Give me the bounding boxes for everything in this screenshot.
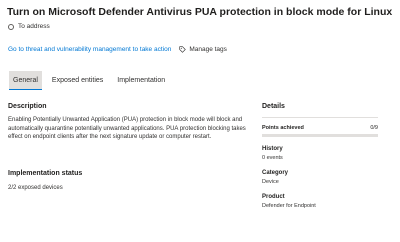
- product-label: Product: [262, 193, 285, 200]
- product-group: Product Defender for Endpoint: [262, 194, 378, 209]
- history-label: History: [262, 145, 283, 152]
- points-progress-bar: [262, 133, 378, 137]
- points-row: Points achieved 0/9: [262, 125, 378, 131]
- details-divider: [262, 117, 378, 118]
- page-title: Turn on Microsoft Defender Antivirus PUA…: [7, 6, 393, 18]
- product-value: Defender for Endpoint: [262, 202, 316, 209]
- tab-exposed-entities[interactable]: Exposed entities: [48, 71, 107, 90]
- tab-general[interactable]: General: [9, 71, 42, 90]
- category-group: Category Device: [262, 170, 378, 185]
- description-heading: Description: [8, 103, 47, 110]
- implementation-status-heading: Implementation status: [8, 170, 83, 177]
- radio-circle-icon: [8, 23, 14, 30]
- manage-tags-label: Manage tags: [189, 46, 227, 53]
- details-heading: Details: [262, 103, 285, 110]
- points-value: 0/9: [370, 124, 378, 131]
- status-indicator: To address: [8, 23, 50, 30]
- history-group: History 0 events: [262, 146, 378, 161]
- tab-implementation[interactable]: Implementation: [113, 71, 169, 90]
- tab-bar: General Exposed entities Implementation: [9, 71, 175, 90]
- category-value: Device: [262, 178, 279, 185]
- history-value: 0 events: [262, 154, 283, 161]
- tvm-action-link[interactable]: Go to threat and vulnerability managemen…: [8, 46, 171, 53]
- description-text: Enabling Potentially Unwanted Applicatio…: [8, 117, 246, 141]
- status-label: To address: [18, 23, 50, 30]
- implementation-status-value: 2/2 exposed devices: [8, 185, 63, 191]
- tag-icon: [179, 46, 187, 53]
- points-label: Points achieved: [262, 124, 304, 131]
- details-panel: Details Points achieved 0/9 History 0 ev…: [262, 103, 378, 209]
- category-label: Category: [262, 169, 289, 176]
- action-bar: Go to threat and vulnerability managemen…: [8, 46, 227, 53]
- manage-tags-button[interactable]: Manage tags: [179, 46, 227, 53]
